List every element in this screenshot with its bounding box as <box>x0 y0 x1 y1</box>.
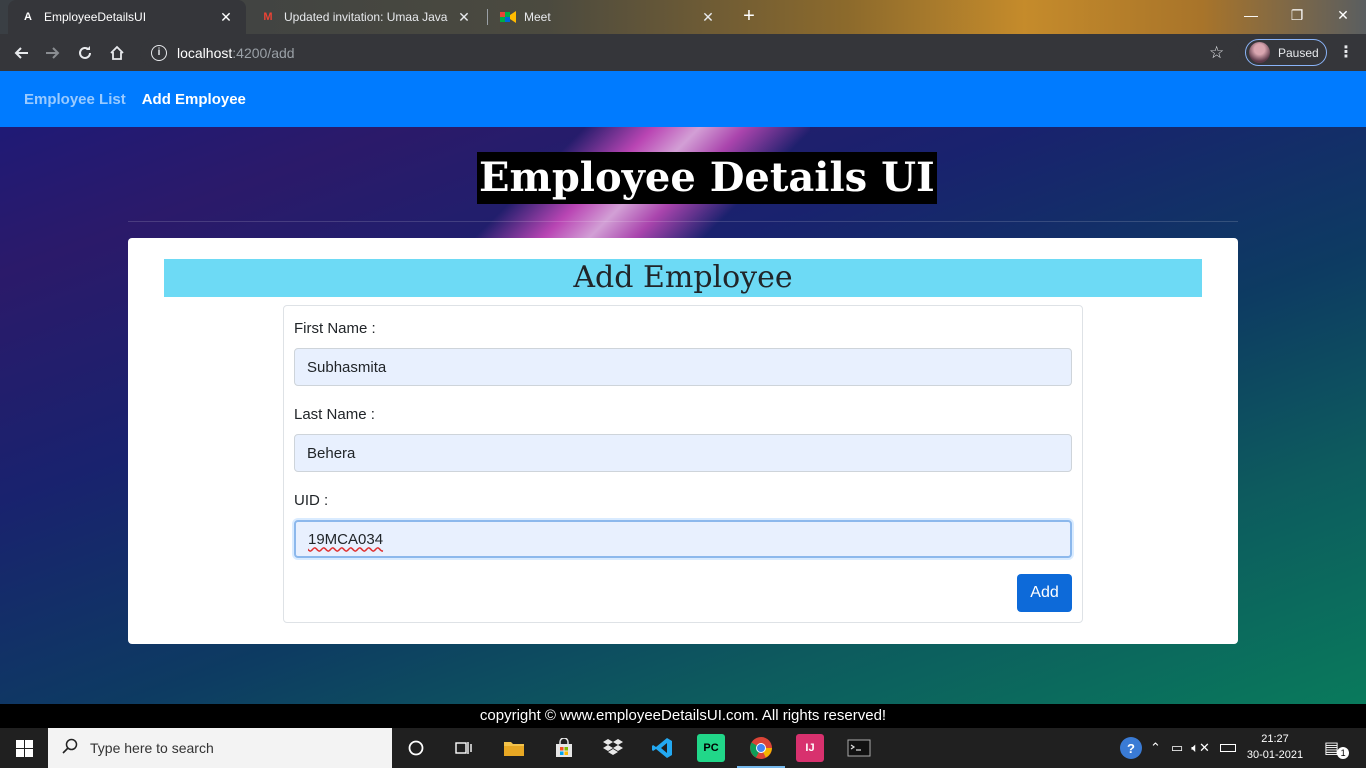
add-employee-form: First Name : Subhasmita Last Name : Behe… <box>283 305 1083 623</box>
pycharm-icon[interactable]: PC <box>697 734 725 762</box>
notification-count: 1 <box>1337 747 1350 759</box>
browser-menu-icon[interactable]: ⋮ <box>1338 42 1354 62</box>
bookmark-star-icon[interactable]: ☆ <box>1209 43 1224 63</box>
store-icon[interactable] <box>550 734 578 762</box>
uid-label: UID : <box>294 492 329 509</box>
meet-icon <box>500 9 516 25</box>
tab-title: Updated invitation: Umaa Java S <box>284 10 450 24</box>
close-icon[interactable]: ✕ <box>456 9 472 26</box>
divider <box>128 221 1238 222</box>
notification-center-icon[interactable]: ▤ 1 <box>1324 728 1350 768</box>
vscode-icon[interactable] <box>648 734 676 762</box>
add-employee-card: Add Employee First Name : Subhasmita Las… <box>128 238 1238 644</box>
address-bar[interactable]: i localhost:4200/add <box>140 38 1240 67</box>
file-explorer-icon[interactable] <box>500 734 528 762</box>
reload-icon[interactable] <box>72 40 98 66</box>
restore-icon[interactable]: ❐ <box>1274 0 1320 30</box>
battery-icon[interactable] <box>1219 744 1236 752</box>
windows-logo-icon <box>15 739 33 757</box>
terminal-icon[interactable] <box>845 734 873 762</box>
clock-time: 21:27 <box>1261 733 1289 745</box>
chevron-up-icon[interactable]: ⌃ <box>1150 740 1161 756</box>
browser-tab-strip: A EmployeeDetailsUI ✕ M Updated invitati… <box>0 0 1366 34</box>
uid-value: 19MCA034 <box>308 530 384 548</box>
card-title: Add Employee <box>164 259 1202 297</box>
tab-title: EmployeeDetailsUI <box>44 10 147 24</box>
intellij-icon[interactable]: IJ <box>796 734 824 762</box>
uid-input[interactable]: 19MCA034 <box>294 520 1072 558</box>
url-path: :4200/add <box>232 44 295 61</box>
search-icon <box>62 738 78 759</box>
angular-icon: A <box>24 11 32 23</box>
new-tab-button[interactable]: + <box>738 6 760 28</box>
tab-title: Meet <box>524 10 551 24</box>
avatar <box>1249 42 1270 63</box>
profile-status: Paused <box>1278 45 1319 60</box>
volume-muted-icon[interactable]: 🔈︎✕ <box>1191 740 1210 756</box>
taskbar-clock[interactable]: 21:27 30-01-2021 <box>1240 731 1310 763</box>
start-button[interactable] <box>0 728 48 768</box>
chrome-icon[interactable] <box>737 734 785 768</box>
last-name-input[interactable]: Behera <box>294 434 1072 472</box>
close-window-icon[interactable]: ✕ <box>1320 0 1366 30</box>
minimize-icon[interactable]: — <box>1228 0 1274 30</box>
last-name-label: Last Name : <box>294 406 375 423</box>
first-name-value: Subhasmita <box>307 358 387 376</box>
back-icon[interactable] <box>8 40 34 66</box>
page-footer: copyright © www.employeeDetailsUI.com. A… <box>0 704 1366 728</box>
forward-icon[interactable] <box>40 40 66 66</box>
gmail-icon: M <box>263 11 273 23</box>
system-tray: ? ⌃ ▭ 🔈︎✕ <box>1120 728 1246 768</box>
app-navbar: Employee List Add Employee <box>0 71 1366 127</box>
help-icon[interactable]: ? <box>1120 737 1142 759</box>
nav-add-employee[interactable]: Add Employee <box>142 91 246 108</box>
first-name-input[interactable]: Subhasmita <box>294 348 1072 386</box>
profile-button[interactable]: Paused <box>1245 39 1327 66</box>
tab-employee-details[interactable]: A EmployeeDetailsUI ✕ <box>8 0 246 34</box>
add-button[interactable]: Add <box>1017 574 1072 612</box>
home-icon[interactable] <box>104 40 130 66</box>
taskbar-search[interactable]: Type here to search <box>48 728 392 768</box>
cortana-icon[interactable] <box>402 734 430 762</box>
first-name-label: First Name : <box>294 320 376 337</box>
dropbox-icon[interactable] <box>599 734 627 762</box>
windows-taskbar: Type here to search PC IJ ? ⌃ ▭ 🔈︎✕ 21:2… <box>0 728 1366 768</box>
tab-gmail-invitation[interactable]: M Updated invitation: Umaa Java S ✕ <box>248 0 484 34</box>
task-view-icon[interactable] <box>450 734 478 762</box>
nav-employee-list[interactable]: Employee List <box>24 91 126 108</box>
close-icon[interactable]: ✕ <box>218 9 234 26</box>
site-info-icon[interactable]: i <box>151 44 167 61</box>
clock-date: 30-01-2021 <box>1246 749 1304 761</box>
url-host: localhost <box>177 44 233 61</box>
meet-now-icon[interactable]: ▭ <box>1171 740 1183 756</box>
close-icon[interactable]: ✕ <box>700 9 716 26</box>
last-name-value: Behera <box>307 444 356 462</box>
tab-meet[interactable]: Meet ✕ <box>488 0 728 34</box>
page-title: Employee Details UI <box>477 152 937 204</box>
page-viewport: Employee List Add Employee Employee Deta… <box>0 71 1366 704</box>
search-placeholder: Type here to search <box>90 740 214 756</box>
browser-toolbar: i localhost:4200/add ☆ Paused ⋮ <box>0 34 1366 71</box>
